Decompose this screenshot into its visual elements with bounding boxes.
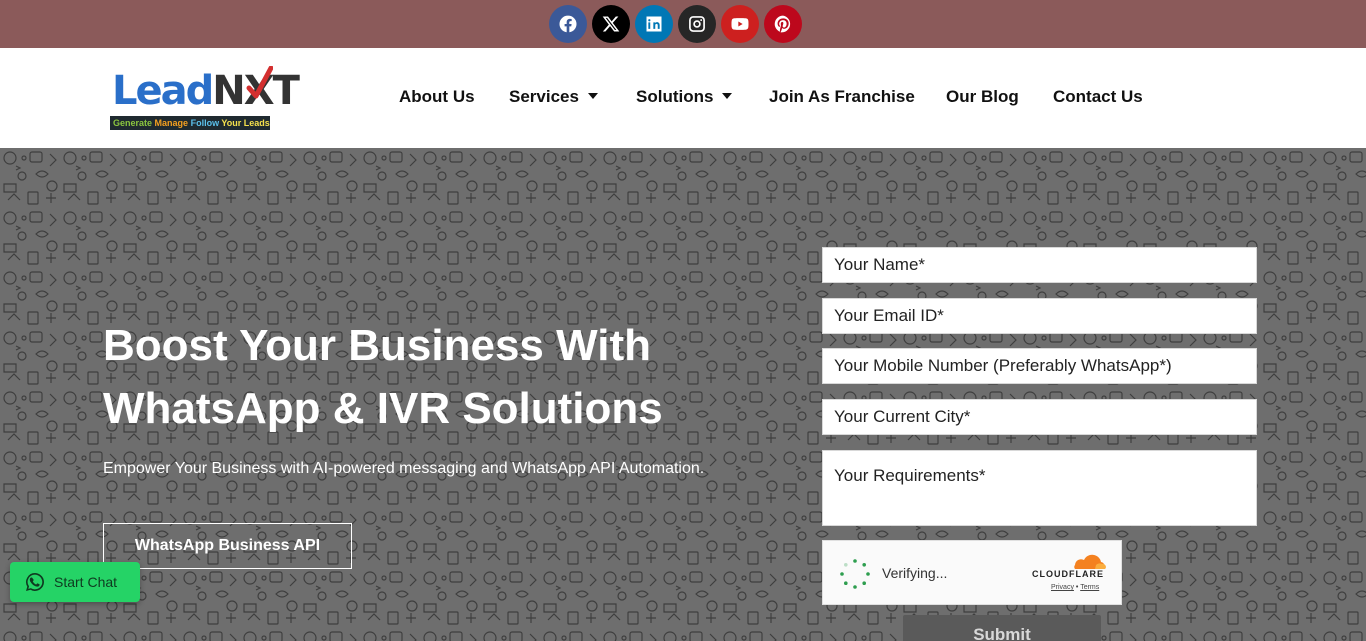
captcha-links: Privacy • Terms <box>1051 584 1099 591</box>
tagline-follow: Follow <box>190 118 220 128</box>
privacy-link[interactable]: Privacy <box>1051 584 1074 591</box>
hero-title: Boost Your Business With WhatsApp & IVR … <box>103 321 663 433</box>
cloudflare-turnstile[interactable]: Verifying... CLOUDFLARE Privacy • Terms <box>822 540 1122 605</box>
nav-about-us[interactable]: About Us <box>399 86 475 108</box>
pinterest-icon[interactable] <box>764 5 802 43</box>
name-placeholder: Your Name* <box>834 255 926 274</box>
nav-solutions-label: Solutions <box>636 87 714 106</box>
logo-word-lead: Lead <box>112 68 214 114</box>
loading-spinner-icon <box>840 559 870 589</box>
email-placeholder: Your Email ID* <box>834 306 944 325</box>
link-separator: • <box>1075 584 1079 591</box>
city-field[interactable]: Your Current City* <box>822 399 1257 435</box>
nav-about-label: About Us <box>399 87 475 106</box>
linkedin-icon[interactable] <box>635 5 673 43</box>
name-field[interactable]: Your Name* <box>822 247 1257 283</box>
requirements-field[interactable]: Your Requirements* <box>822 450 1257 526</box>
nav-solutions[interactable]: Solutions <box>636 86 733 108</box>
start-chat-button[interactable]: Start Chat <box>10 562 140 602</box>
youtube-icon[interactable] <box>721 5 759 43</box>
cloudflare-wordmark: CLOUDFLARE <box>1032 569 1104 579</box>
tagline-generate: Generate <box>113 118 153 128</box>
start-chat-label: Start Chat <box>54 574 118 590</box>
terms-link[interactable]: Terms <box>1080 584 1099 591</box>
x-twitter-icon[interactable] <box>592 5 630 43</box>
email-field[interactable]: Your Email ID* <box>822 298 1257 334</box>
logo-tick-icon <box>246 66 273 99</box>
tagline-manage: Manage <box>154 118 189 128</box>
hero-subtitle: Empower Your Business with AI-powered me… <box>103 460 705 477</box>
whatsapp-business-api-button[interactable]: WhatsApp Business API <box>103 523 352 569</box>
site-header: LeadNXT Generate Manage Follow Your Lead… <box>0 48 1366 148</box>
tagline-your-leads: Your Leads <box>221 118 270 128</box>
mobile-field[interactable]: Your Mobile Number (Preferably WhatsApp*… <box>822 348 1257 384</box>
whatsapp-icon <box>26 573 44 591</box>
nav-blog-label: Our Blog <box>946 87 1019 106</box>
nav-services[interactable]: Services <box>509 86 598 108</box>
nav-services-label: Services <box>509 87 579 106</box>
submit-button[interactable]: Submit <box>903 615 1101 641</box>
leadnxt-logo[interactable]: LeadNXT Generate Manage Follow Your Lead… <box>110 66 300 132</box>
hero-section: Boost Your Business With WhatsApp & IVR … <box>0 148 1366 641</box>
mobile-placeholder: Your Mobile Number (Preferably WhatsApp*… <box>834 356 1172 375</box>
chevron-down-icon <box>722 92 733 99</box>
social-bar <box>0 0 1366 48</box>
city-placeholder: Your Current City* <box>834 407 971 426</box>
nav-contact-us[interactable]: Contact Us <box>1053 86 1143 108</box>
requirements-placeholder: Your Requirements* <box>834 466 986 485</box>
chevron-down-icon <box>587 92 598 99</box>
instagram-icon[interactable] <box>678 5 716 43</box>
logo-tagline: Generate Manage Follow Your Leads <box>110 116 270 130</box>
nav-join-franchise[interactable]: Join As Franchise <box>769 86 915 108</box>
captcha-status: Verifying... <box>882 565 948 581</box>
facebook-icon[interactable] <box>549 5 587 43</box>
nav-contact-label: Contact Us <box>1053 87 1143 106</box>
nav-our-blog[interactable]: Our Blog <box>946 86 1019 108</box>
nav-franchise-label: Join As Franchise <box>769 87 915 106</box>
